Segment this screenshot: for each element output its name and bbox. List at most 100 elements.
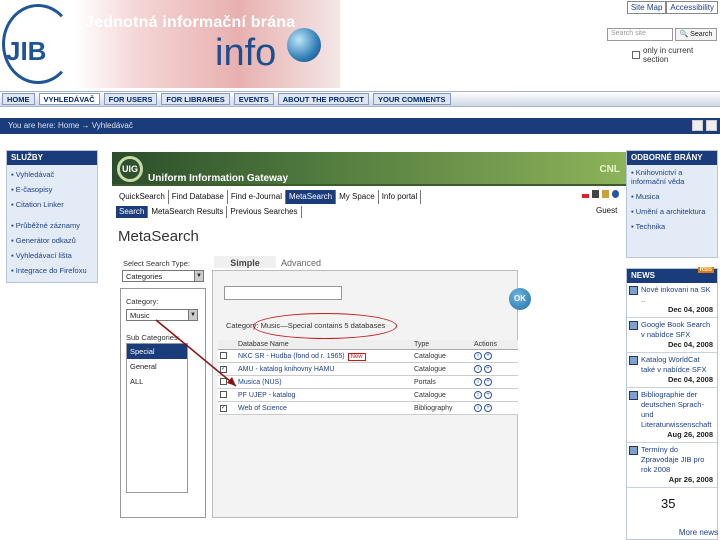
chevron-down-icon: ▼ bbox=[194, 271, 203, 281]
database-name[interactable]: Musica (NUS) bbox=[238, 379, 282, 386]
news-thumbnail-icon bbox=[629, 356, 638, 365]
subtab-metasearch-results[interactable]: MetaSearch Results bbox=[148, 206, 228, 218]
highlight-ellipse bbox=[253, 313, 397, 339]
category-select[interactable]: Music ▼ bbox=[126, 309, 198, 321]
nav-your-comments[interactable]: YOUR COMMENTS bbox=[373, 93, 451, 105]
subcategory-list[interactable]: Special General ALL bbox=[126, 343, 188, 493]
gate-item-musica[interactable]: Musica bbox=[627, 189, 717, 204]
nav-for-users[interactable]: FOR USERS bbox=[103, 93, 158, 105]
search-icon: 🔍 bbox=[679, 31, 689, 38]
database-type: Catalogue bbox=[412, 362, 472, 376]
tab-find-database[interactable]: Find Database bbox=[169, 190, 228, 204]
gateway-subtabs: Search MetaSearch Results Previous Searc… bbox=[116, 206, 302, 218]
tab-advanced[interactable]: Advanced bbox=[281, 256, 321, 270]
row-checkbox[interactable] bbox=[220, 351, 227, 359]
search-type-label: Select Search Type: bbox=[123, 259, 190, 268]
nav-home[interactable]: HOME bbox=[2, 93, 35, 105]
rss-icon[interactable]: RSS bbox=[697, 267, 714, 273]
new-badge: New bbox=[347, 352, 366, 361]
service-item-zaznamy[interactable]: Průběžné záznamy bbox=[7, 218, 97, 233]
only-current-checkbox[interactable] bbox=[632, 51, 640, 59]
info-logo-text: info bbox=[215, 32, 277, 74]
news-date: Aug 26, 2008 bbox=[667, 430, 713, 439]
news-item[interactable]: Katalog WorldCat také v nabídce SFX Dec 0… bbox=[627, 353, 717, 388]
info-icon[interactable]: i bbox=[474, 365, 482, 373]
gate-item-technika[interactable]: Technika bbox=[627, 219, 717, 234]
tab-quicksearch[interactable]: QuickSearch bbox=[116, 190, 169, 204]
gate-item-art[interactable]: Umění a architektura bbox=[627, 204, 717, 219]
row-checkbox[interactable]: ✓ bbox=[220, 366, 227, 373]
search-type-select[interactable]: Categories ▼ bbox=[122, 270, 204, 282]
plus-icon[interactable]: + bbox=[484, 404, 492, 412]
database-type: Catalogue bbox=[412, 349, 472, 363]
info-icon[interactable]: i bbox=[474, 352, 482, 360]
services-panel: SLUŽBY Vyhledávač E-časopisy Citation Li… bbox=[6, 150, 98, 283]
subtab-search[interactable]: Search bbox=[116, 206, 149, 218]
news-thumbnail-icon bbox=[629, 321, 638, 330]
row-checkbox[interactable] bbox=[220, 377, 227, 385]
more-news-link[interactable]: More news bbox=[628, 528, 718, 540]
info-icon[interactable]: i bbox=[474, 378, 482, 386]
nav-for-libraries[interactable]: FOR LIBRARIES bbox=[161, 93, 230, 105]
subject-gates-panel: ODBORNÉ BRÁNY Knihovnictví a informační … bbox=[626, 150, 718, 258]
row-checkbox[interactable]: ✓ bbox=[220, 405, 227, 412]
plus-icon[interactable]: + bbox=[484, 365, 492, 373]
tab-find-ejournal[interactable]: Find e-Journal bbox=[228, 190, 286, 204]
news-title[interactable]: Bibliographie der deutschen Sprach- und … bbox=[629, 390, 715, 430]
plus-icon[interactable]: + bbox=[484, 378, 492, 386]
site-logo-banner[interactable]: JIB Jednotná informační brána info bbox=[0, 0, 340, 88]
query-input[interactable] bbox=[224, 286, 342, 300]
database-name[interactable]: NKC SR - Hudba (fond od r. 1965) bbox=[238, 353, 345, 360]
site-search-input[interactable]: Search site bbox=[607, 28, 673, 41]
news-title[interactable]: Nové inkovani na SK .. bbox=[629, 285, 715, 305]
subcategory-item-special[interactable]: Special bbox=[127, 344, 187, 359]
service-item-ecasopisy[interactable]: E-časopisy bbox=[7, 182, 97, 197]
nav-vyhledavac[interactable]: VYHLEDÁVAČ bbox=[38, 93, 100, 105]
key-icon[interactable] bbox=[602, 190, 609, 198]
chevron-down-icon: ▼ bbox=[188, 310, 197, 320]
plus-icon[interactable]: + bbox=[484, 352, 492, 360]
czech-flag-icon[interactable] bbox=[582, 190, 589, 198]
service-item-firefox[interactable]: Integrace do Firefoxu bbox=[7, 263, 97, 278]
tab-my-space[interactable]: My Space bbox=[336, 190, 379, 204]
subtab-previous-searches[interactable]: Previous Searches bbox=[227, 206, 302, 218]
col-database-name: Database Name bbox=[236, 340, 412, 350]
site-map-link[interactable]: Site Map bbox=[626, 1, 667, 14]
tab-info-portal[interactable]: Info portal bbox=[379, 190, 422, 204]
subcategory-item-general[interactable]: General bbox=[127, 359, 187, 374]
news-item[interactable]: Termíny do Zpravodaje JIB pro rok 2008 Ap… bbox=[627, 443, 717, 488]
nav-events[interactable]: EVENTS bbox=[233, 93, 274, 105]
ok-button[interactable]: OK bbox=[509, 288, 531, 310]
font-size-icon[interactable] bbox=[706, 120, 717, 131]
print-icon[interactable] bbox=[692, 120, 703, 131]
database-name[interactable]: Web of Science bbox=[238, 405, 287, 412]
plus-icon[interactable]: + bbox=[484, 391, 492, 399]
col-type: Type bbox=[412, 340, 472, 350]
tab-simple[interactable]: Simple bbox=[214, 256, 276, 270]
nav-about-project[interactable]: ABOUT THE PROJECT bbox=[277, 93, 370, 105]
tab-metasearch[interactable]: MetaSearch bbox=[285, 190, 337, 204]
database-name[interactable]: AMU - katalog knihovny HAMU bbox=[238, 366, 334, 373]
news-item[interactable]: Google Book Search v nabídce SFX Dec 04, … bbox=[627, 318, 717, 353]
news-title[interactable]: Termíny do Zpravodaje JIB pro rok 2008 bbox=[629, 445, 715, 475]
lock-icon[interactable] bbox=[592, 190, 599, 198]
service-item-lista[interactable]: Vyhledávací lišta bbox=[7, 248, 97, 263]
news-item[interactable]: Nové inkovani na SK .. Dec 04, 2008 bbox=[627, 283, 717, 318]
service-item-generator[interactable]: Generátor odkazů bbox=[7, 233, 97, 248]
only-current-section[interactable]: only in current section bbox=[632, 46, 720, 64]
news-title[interactable]: Google Book Search v nabídce SFX bbox=[629, 320, 715, 340]
service-item-vyhledavac[interactable]: Vyhledávač bbox=[7, 167, 97, 182]
row-checkbox[interactable] bbox=[220, 390, 227, 398]
gate-item-library-science[interactable]: Knihovnictví a informační věda bbox=[627, 165, 717, 189]
news-heading-label: NEWS bbox=[631, 271, 655, 280]
help-icon[interactable] bbox=[612, 190, 619, 198]
info-icon[interactable]: i bbox=[474, 404, 482, 412]
site-search-button[interactable]: 🔍 Search bbox=[675, 28, 717, 41]
info-icon[interactable]: i bbox=[474, 391, 482, 399]
subcategory-item-all[interactable]: ALL bbox=[127, 374, 187, 389]
accessibility-link[interactable]: Accessibility bbox=[666, 1, 718, 14]
news-item[interactable]: Bibliographie der deutschen Sprach- und … bbox=[627, 388, 717, 443]
service-item-citation-linker[interactable]: Citation Linker bbox=[7, 197, 97, 212]
news-title[interactable]: Katalog WorldCat také v nabídce SFX bbox=[629, 355, 715, 375]
database-name[interactable]: PF UJEP - katalog bbox=[238, 392, 295, 399]
